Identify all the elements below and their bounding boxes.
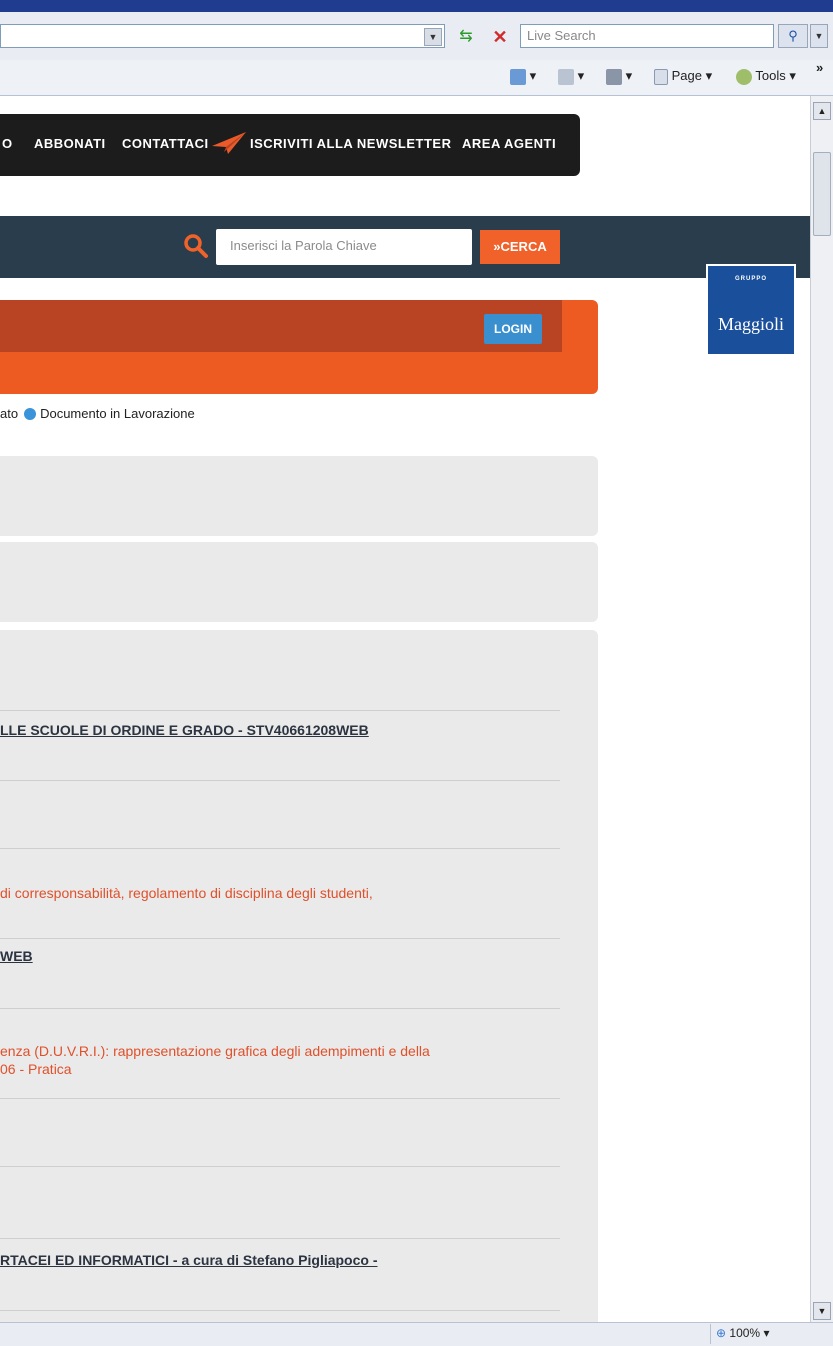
scroll-down-icon[interactable]: ▼ <box>813 1302 831 1320</box>
page-menu-label: Page <box>671 68 702 83</box>
divider <box>0 1166 560 1167</box>
scrollbar-thumb[interactable] <box>813 152 831 236</box>
zoom-control[interactable]: ⊕ 100% ▾ <box>716 1326 769 1340</box>
divider <box>0 1098 560 1099</box>
status-separator <box>710 1324 711 1344</box>
legend-prev-label: ato <box>0 406 19 421</box>
user-bar-top <box>0 300 562 352</box>
document-link[interactable]: LLE SCUOLE DI ORDINE E GRADO - STV406612… <box>0 722 369 738</box>
home-icon <box>510 68 526 85</box>
search-icon <box>184 234 208 258</box>
scroll-up-icon[interactable]: ▲ <box>813 102 831 120</box>
more-commands-button[interactable]: » <box>816 58 823 78</box>
nav-item-abbonati[interactable]: ABBONATI <box>34 136 106 151</box>
zoom-level: 100% <box>729 1326 761 1340</box>
home-button[interactable]: ▾ <box>510 66 536 86</box>
vertical-scrollbar[interactable] <box>810 96 833 1322</box>
search-icon[interactable]: ⚲ <box>778 24 808 48</box>
document-title[interactable]: di corresponsabilità, regolamento di dis… <box>0 884 373 902</box>
divider <box>0 1238 560 1239</box>
nav-item-partial[interactable]: O <box>2 136 13 151</box>
feeds-button[interactable]: ▾ <box>558 66 584 86</box>
status-legend: ato Documento in Lavorazione <box>0 406 195 422</box>
panel <box>0 456 598 536</box>
panel <box>0 542 598 622</box>
keyword-search-input[interactable]: Inserisci la Parola Chiave <box>216 229 472 265</box>
tools-menu[interactable]: Tools ▾ <box>736 66 796 86</box>
document-title[interactable]: enza (D.U.V.R.I.): rappresentazione graf… <box>0 1042 430 1060</box>
printer-icon <box>606 68 622 85</box>
window-title-bar <box>0 0 833 12</box>
refresh-icon[interactable]: ⇆ <box>452 26 480 48</box>
cerca-button[interactable]: »CERCA <box>480 230 560 264</box>
page-icon <box>654 68 668 85</box>
gear-icon <box>736 68 752 85</box>
paper-plane-icon <box>212 132 246 154</box>
page-menu[interactable]: Page ▾ <box>654 66 712 86</box>
stop-icon[interactable]: ✕ <box>486 26 514 48</box>
web-page: O ABBONATI CONTATTACI ISCRIVITI ALLA NEW… <box>0 96 810 1322</box>
live-search-input[interactable]: Live Search <box>520 24 774 48</box>
divider <box>0 1310 560 1311</box>
status-dot-icon <box>24 407 37 420</box>
search-options-dropdown[interactable]: ▼ <box>810 24 828 48</box>
nav-item-area-agenti[interactable]: AREA AGENTI <box>462 136 556 151</box>
divider <box>0 710 560 711</box>
legend-in-progress-label: Documento in Lavorazione <box>40 406 195 421</box>
document-title-line2[interactable]: 06 - Pratica <box>0 1060 72 1078</box>
logo-name: Maggioli <box>718 314 784 334</box>
maggioli-logo[interactable]: GRUPPO Maggioli <box>706 264 796 356</box>
divider <box>0 1008 560 1009</box>
address-bar[interactable] <box>0 24 445 48</box>
address-dropdown-button[interactable]: ▼ <box>424 28 442 46</box>
divider <box>0 938 560 939</box>
nav-item-newsletter[interactable]: ISCRIVITI ALLA NEWSLETTER <box>250 136 451 151</box>
zoom-icon: ⊕ <box>716 1326 727 1340</box>
status-bar <box>0 1322 833 1346</box>
divider <box>0 780 560 781</box>
document-link[interactable]: RTACEI ED INFORMATICI - a cura di Stefan… <box>0 1252 378 1268</box>
logo-group-label: GRUPPO <box>734 276 767 282</box>
login-button[interactable]: LOGIN <box>484 314 542 344</box>
document-link[interactable]: WEB <box>0 948 33 964</box>
feed-icon <box>558 68 574 85</box>
tools-menu-label: Tools <box>755 68 786 83</box>
divider <box>0 848 560 849</box>
print-button[interactable]: ▾ <box>606 66 632 86</box>
nav-item-contattaci[interactable]: CONTATTACI <box>122 136 209 151</box>
